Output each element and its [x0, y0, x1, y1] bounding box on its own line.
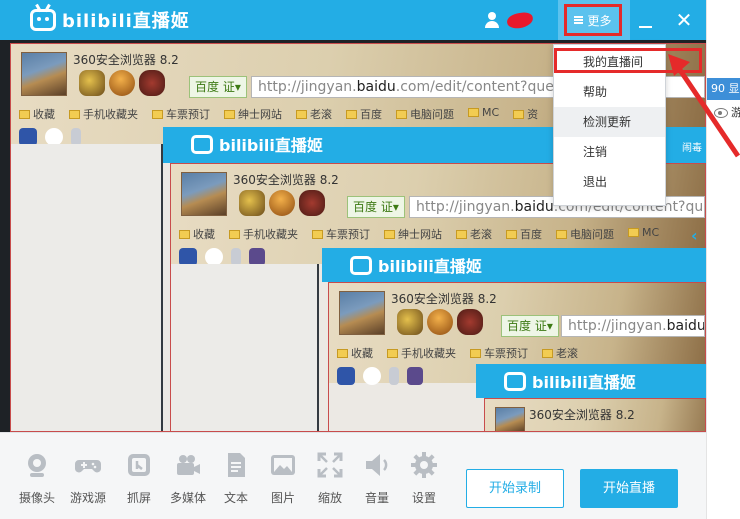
tool-zoom[interactable]: 缩放	[307, 451, 353, 506]
gear-icon	[410, 451, 438, 479]
user-icon[interactable]	[485, 12, 499, 28]
start-recording-button[interactable]: 开始录制	[466, 469, 564, 508]
tool-multimedia[interactable]: 多媒体	[165, 451, 211, 506]
collapse-panel-chevron-icon[interactable]: ‹	[691, 226, 705, 248]
menu-item-exit[interactable]: 退出	[554, 167, 665, 197]
tool-game-source[interactable]: 游戏源	[65, 451, 111, 506]
tool-text[interactable]: 文本	[213, 451, 259, 506]
tool-volume[interactable]: 音量	[354, 451, 400, 506]
tool-settings[interactable]: 设置	[401, 451, 447, 506]
camera-icon	[23, 451, 51, 479]
more-button-annotation-box: 更多	[564, 4, 622, 36]
annotation-arrow	[668, 54, 740, 158]
hamburger-icon	[574, 16, 584, 24]
menu-item-check-update[interactable]: 检测更新	[554, 107, 665, 137]
video-camera-icon	[174, 451, 202, 479]
captured-bili-titlebar-4: bilibili直播姬	[476, 364, 706, 398]
capture-layer-4: 360安全浏览器 8.2	[484, 398, 706, 432]
menu-item-help[interactable]: 帮助	[554, 77, 665, 107]
close-button[interactable]: ✕	[674, 10, 694, 30]
image-icon	[269, 451, 297, 479]
gamepad-icon	[74, 451, 102, 479]
browser-skin-thumbnail	[21, 52, 67, 96]
tool-image[interactable]: 图片	[260, 451, 306, 506]
expand-icon	[316, 451, 344, 479]
browser-skin-decoration	[79, 70, 165, 96]
more-menu-button[interactable]: 更多	[558, 0, 630, 40]
redacted-username[interactable]	[506, 11, 534, 30]
screen-capture-icon	[125, 451, 153, 479]
search-engine-selector: 百度 证▾	[189, 76, 247, 98]
captured-bili-titlebar-3: bilibili直播姬	[322, 248, 706, 282]
tool-camera[interactable]: 摄像头	[14, 451, 60, 506]
start-live-button[interactable]: 开始直播	[580, 469, 678, 508]
source-toolbar: 摄像头 游戏源 抓屏 多媒体 文本 图片 缩放 音量 设置 开始录制 开始直播	[0, 432, 706, 519]
more-dropdown-menu: 我的直播间 帮助 检测更新 注销 退出	[553, 44, 702, 206]
bilibili-tv-icon	[30, 3, 56, 31]
menu-item-logout[interactable]: 注销	[554, 137, 665, 167]
app-logo: bilibili直播姬	[30, 3, 190, 33]
captured-page-sidebar	[11, 144, 163, 431]
title-bar: bilibili直播姬 更多 ✕	[0, 0, 706, 40]
more-button-label: 更多	[587, 13, 612, 28]
document-icon	[222, 451, 250, 479]
tool-screen-capture[interactable]: 抓屏	[116, 451, 162, 506]
bilibili-live-window: bilibili直播姬 更多 ✕ 360安全浏览器 8.2 百度 证▾ http…	[0, 0, 706, 519]
minimize-button[interactable]	[636, 12, 656, 30]
speaker-icon	[363, 451, 391, 479]
browser-title: 360安全浏览器 8.2	[73, 53, 179, 67]
app-logo-text: bilibili直播姬	[62, 11, 190, 32]
